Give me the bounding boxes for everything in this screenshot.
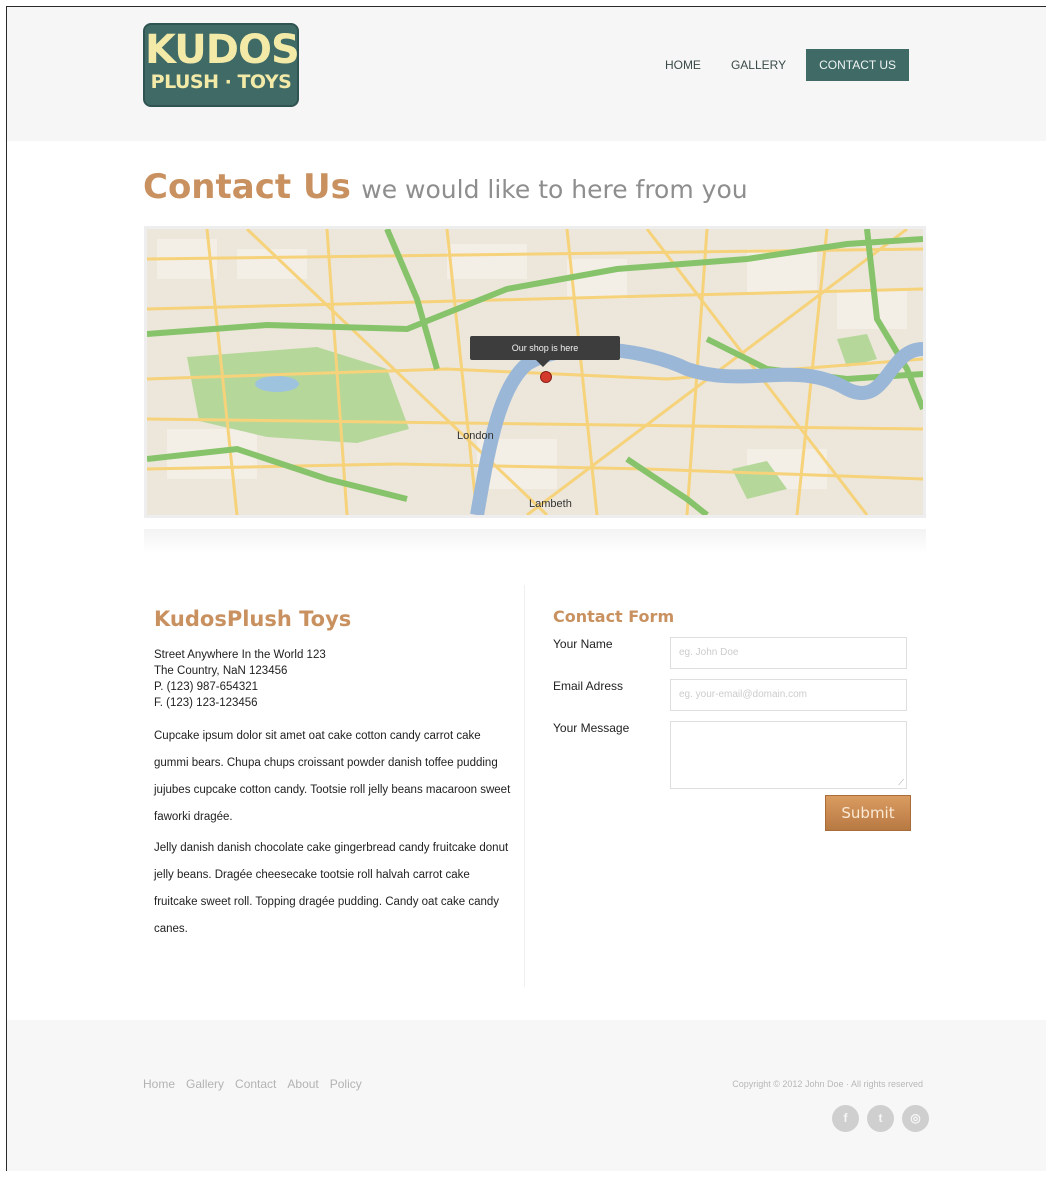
footer-link-gallery[interactable]: Gallery: [186, 1077, 224, 1091]
email-label: Email Adress: [553, 679, 624, 693]
company-paragraph: Jelly danish danish chocolate cake ginge…: [154, 842, 509, 935]
message-label: Your Message: [553, 721, 630, 735]
name-label: Your Name: [553, 637, 613, 651]
main-nav: HOME GALLERY CONTACT US: [635, 49, 909, 81]
twitter-icon[interactable]: t: [867, 1105, 894, 1132]
contact-form: Contact Form Your Name eg. John Doe Emai…: [553, 607, 913, 831]
page-title-main: Contact Us: [143, 167, 351, 207]
company-address: Street Anywhere In the World 123 The Cou…: [154, 647, 514, 711]
nav-gallery[interactable]: GALLERY: [731, 58, 786, 72]
facebook-icon[interactable]: f: [832, 1105, 859, 1132]
footer-link-about[interactable]: About: [287, 1077, 318, 1091]
page-frame: KUDOS PLUSH · TOYS HOME GALLERY CONTACT …: [6, 6, 1046, 1171]
footer-links: Home Gallery Contact About Policy: [143, 1077, 373, 1091]
company-info: KudosPlush Toys Street Anywhere In the W…: [154, 607, 514, 943]
site-header: KUDOS PLUSH · TOYS HOME GALLERY CONTACT …: [7, 7, 1046, 141]
address-line: The Country, NaN 123456: [154, 665, 288, 677]
company-name: KudosPlush Toys: [154, 607, 352, 631]
email-input[interactable]: eg. your-email@domain.com: [670, 679, 907, 711]
contact-form-title: Contact Form: [553, 607, 675, 626]
copyright-text: Copyright © 2012 John Doe · All rights r…: [732, 1079, 923, 1089]
nav-home[interactable]: HOME: [665, 58, 701, 72]
rss-icon[interactable]: ◎: [902, 1105, 929, 1132]
social-links: f t ◎: [824, 1105, 929, 1132]
location-map[interactable]: London Lambeth: [144, 226, 926, 518]
map-tooltip: Our shop is here: [470, 336, 620, 367]
footer-link-policy[interactable]: Policy: [330, 1077, 362, 1091]
map-image: London Lambeth: [147, 229, 923, 515]
name-input[interactable]: eg. John Doe: [670, 637, 907, 669]
fax-line: F. (123) 123-123456: [154, 697, 258, 709]
page-title: Contact Us we would like to here from yo…: [143, 167, 748, 207]
logo-line2: PLUSH · TOYS: [150, 71, 292, 93]
address-line: Street Anywhere In the World 123: [154, 649, 326, 661]
submit-button[interactable]: Submit: [825, 795, 911, 831]
map-marker-icon[interactable]: [540, 371, 552, 383]
message-textarea[interactable]: [670, 721, 907, 789]
map-shadow: [144, 529, 926, 553]
site-footer: Home Gallery Contact About Policy Copyri…: [7, 1020, 1046, 1171]
map-label-lambeth: Lambeth: [529, 498, 572, 510]
phone-line: P. (123) 987-654321: [154, 681, 259, 693]
footer-link-contact[interactable]: Contact: [235, 1077, 276, 1091]
page-title-subtitle: we would like to here from you: [361, 175, 748, 204]
company-paragraph: Cupcake ipsum dolor sit amet oat cake co…: [154, 730, 511, 823]
logo-line1: KUDOS: [145, 27, 300, 73]
nav-contact-us[interactable]: CONTACT US: [806, 49, 909, 81]
site-logo[interactable]: KUDOS PLUSH · TOYS: [143, 23, 300, 107]
footer-link-home[interactable]: Home: [143, 1077, 175, 1091]
map-label-london: London: [457, 430, 494, 442]
column-divider: [524, 585, 525, 987]
